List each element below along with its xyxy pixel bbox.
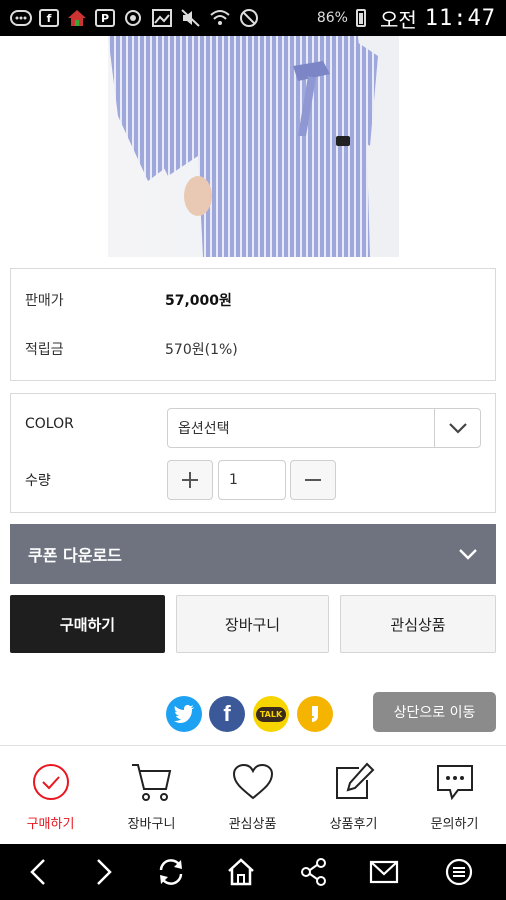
tab-inquiry[interactable]: 문의하기 xyxy=(404,746,505,841)
wifi-icon xyxy=(209,8,231,28)
back-icon[interactable] xyxy=(22,856,54,888)
facebook-icon: f xyxy=(39,9,59,27)
check-circle-icon xyxy=(29,760,73,804)
plus-icon xyxy=(182,472,198,488)
chat-bubble-icon xyxy=(433,760,477,804)
kakaotalk-icon[interactable]: TALK xyxy=(253,696,289,732)
refresh-icon[interactable] xyxy=(155,856,187,888)
facebook-icon[interactable]: f xyxy=(209,696,245,732)
option-box: COLOR 옵션선택 수량 1 xyxy=(10,393,496,513)
bottom-tab-bar: 구매하기 장바구니 관심상품 상품후기 문의하기 xyxy=(0,745,506,840)
mail-icon[interactable] xyxy=(368,856,400,888)
minus-icon xyxy=(305,479,321,481)
qty-label: 수량 xyxy=(25,473,51,489)
points-value: 570원(1%) xyxy=(165,342,238,358)
tab-wishlist[interactable]: 관심상품 xyxy=(202,746,303,841)
qty-decrease-button[interactable] xyxy=(290,460,336,500)
gear-app-icon xyxy=(122,8,144,28)
tab-review[interactable]: 상품후기 xyxy=(303,746,404,841)
coupon-label: 쿠폰 다운로드 xyxy=(28,546,122,565)
sale-price-value: 57,000원 xyxy=(165,293,232,309)
clock-time: 11:47 xyxy=(424,5,496,31)
mute-icon xyxy=(180,8,202,28)
tab-review-label: 상품후기 xyxy=(329,817,378,832)
points-row: 적립금 570원(1%) xyxy=(25,339,238,359)
chevron-down-icon[interactable] xyxy=(434,409,480,447)
color-select[interactable]: 옵션선택 xyxy=(167,408,481,448)
clock-ampm: 오전 xyxy=(379,7,417,32)
menu-icon[interactable] xyxy=(443,856,475,888)
color-select-value: 옵션선택 xyxy=(178,421,230,437)
twitter-icon[interactable] xyxy=(166,696,202,732)
qty-increase-button[interactable] xyxy=(167,460,213,500)
cart-icon xyxy=(130,760,174,804)
battery-level: 86% xyxy=(316,10,348,26)
forward-icon[interactable] xyxy=(88,856,120,888)
scroll-top-button[interactable]: 상단으로 이동 xyxy=(373,692,496,732)
tab-buy[interactable]: 구매하기 xyxy=(0,746,101,841)
tab-cart-label: 장바구니 xyxy=(127,817,176,832)
wishlist-button[interactable]: 관심상품 xyxy=(340,595,496,653)
battery-icon xyxy=(355,9,366,27)
chat-icon xyxy=(10,8,32,28)
status-bar: f P 86% 오전 11:47 xyxy=(0,0,506,36)
add-to-cart-button[interactable]: 장바구니 xyxy=(176,595,329,653)
browser-nav-bar xyxy=(0,844,506,900)
product-image xyxy=(108,36,399,257)
points-label: 적립금 xyxy=(25,342,64,358)
block-icon xyxy=(238,8,260,28)
price-box: 판매가 57,000원 적립금 570원(1%) xyxy=(10,268,496,381)
edit-icon xyxy=(332,760,376,804)
qty-input[interactable]: 1 xyxy=(218,460,286,500)
coupon-download-bar[interactable]: 쿠폰 다운로드 xyxy=(10,524,496,584)
tab-inquiry-label: 문의하기 xyxy=(430,817,479,832)
sale-price-row: 판매가 57,000원 xyxy=(25,290,232,310)
buy-button[interactable]: 구매하기 xyxy=(10,595,165,653)
kakaostory-icon[interactable] xyxy=(297,696,333,732)
p-app-icon: P xyxy=(95,9,115,27)
tab-buy-label: 구매하기 xyxy=(26,817,75,832)
sale-price-label: 판매가 xyxy=(25,293,64,309)
photo-icon xyxy=(151,8,173,28)
house-app-icon xyxy=(66,8,88,28)
color-label: COLOR xyxy=(25,416,74,432)
heart-icon xyxy=(231,760,275,804)
share-icon[interactable] xyxy=(298,856,330,888)
home-icon[interactable] xyxy=(225,856,257,888)
kakaotalk-text: TALK xyxy=(255,706,287,722)
chevron-down-icon xyxy=(458,545,478,564)
tab-cart[interactable]: 장바구니 xyxy=(101,746,202,841)
tab-wishlist-label: 관심상품 xyxy=(228,817,277,832)
